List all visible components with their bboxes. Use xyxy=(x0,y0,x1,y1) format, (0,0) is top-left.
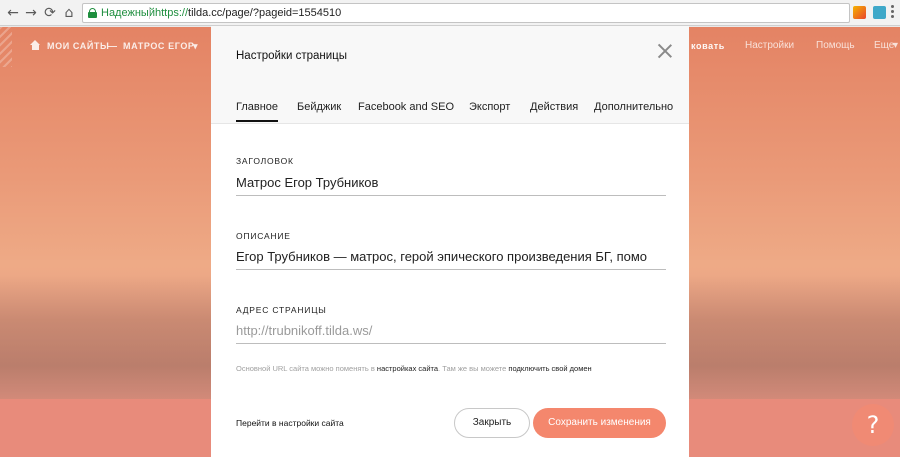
breadcrumb-site-name[interactable]: МАТРОС ЕГОР xyxy=(123,41,195,51)
zigzag-decoration xyxy=(0,27,12,67)
tab-badge[interactable]: Бейджик xyxy=(297,101,341,113)
nav-more-chevron-icon[interactable]: ▾ xyxy=(893,40,898,51)
reload-icon[interactable]: ⟳ xyxy=(41,4,59,22)
secure-label: Надежный xyxy=(101,7,155,19)
url-text[interactable]: https://tilda.cc/page/?pageid=1554510 xyxy=(155,4,341,22)
connect-domain-link[interactable]: подключить свой домен xyxy=(508,364,591,373)
browser-toolbar: ← → ⟳ ⌂ Надежный https://tilda.cc/page/?… xyxy=(0,0,900,26)
page-address-input[interactable]: http://trubnikoff.tilda.ws/ xyxy=(236,320,666,344)
save-changes-button[interactable]: Сохранить изменения xyxy=(533,408,666,438)
browser-menu-icon[interactable] xyxy=(891,5,895,19)
title-field-label: ЗАГОЛОВОК xyxy=(236,156,294,166)
forward-arrow-icon[interactable]: → xyxy=(22,4,40,22)
chevron-down-icon[interactable]: ▾ xyxy=(193,41,198,52)
close-icon[interactable] xyxy=(658,44,672,58)
url-path: tilda.cc/page/?pageid=1554510 xyxy=(188,7,342,19)
nav-more[interactable]: Еще xyxy=(874,40,894,51)
hint-text-2: . Там же вы можете xyxy=(438,364,509,373)
url-hint: Основной URL сайта можно поменять в наст… xyxy=(236,364,592,373)
help-button[interactable]: ? xyxy=(852,404,894,446)
url-scheme: https:// xyxy=(155,7,189,19)
lock-icon xyxy=(88,8,97,18)
address-bar[interactable]: Надежный https://tilda.cc/page/?pageid=1… xyxy=(82,3,850,23)
modal-header: Настройки страницы Главное Бейджик Faceb… xyxy=(211,26,689,124)
tab-main[interactable]: Главное xyxy=(236,101,279,122)
omnibox-separator xyxy=(149,7,150,19)
extension-chart-icon[interactable] xyxy=(853,6,866,19)
tab-export[interactable]: Экспорт xyxy=(469,101,510,113)
tab-facebook-seo[interactable]: Facebook and SEO xyxy=(358,101,454,113)
breadcrumb-my-sites[interactable]: МОИ САЙТЫ xyxy=(47,41,109,51)
home-icon[interactable]: ⌂ xyxy=(60,4,78,22)
address-field-label: АДРЕС СТРАНИЦЫ xyxy=(236,305,327,315)
page-settings-modal: Настройки страницы Главное Бейджик Faceb… xyxy=(211,26,689,457)
hint-text-1: Основной URL сайта можно поменять в xyxy=(236,364,377,373)
modal-title: Настройки страницы xyxy=(236,50,348,62)
description-field-label: ОПИСАНИЕ xyxy=(236,231,291,241)
tab-advanced[interactable]: Дополнительно xyxy=(594,101,673,113)
nav-settings[interactable]: Настройки xyxy=(745,40,794,51)
tab-actions[interactable]: Действия xyxy=(530,101,578,113)
description-input[interactable]: Егор Трубников — матрос, герой эпическог… xyxy=(236,246,666,270)
extension-blue-icon[interactable] xyxy=(873,6,886,19)
breadcrumb-separator: — xyxy=(108,41,118,51)
back-arrow-icon[interactable]: ← xyxy=(4,4,22,22)
publish-button[interactable]: ковать xyxy=(691,41,725,51)
goto-site-settings-link[interactable]: Перейти в настройки сайта xyxy=(236,418,344,428)
title-input[interactable]: Матрос Егор Трубников xyxy=(236,172,666,196)
site-settings-link[interactable]: настройках сайта xyxy=(377,364,438,373)
close-button[interactable]: Закрыть xyxy=(454,408,530,438)
site-home-icon[interactable] xyxy=(30,40,41,50)
nav-help[interactable]: Помощь xyxy=(816,40,855,51)
